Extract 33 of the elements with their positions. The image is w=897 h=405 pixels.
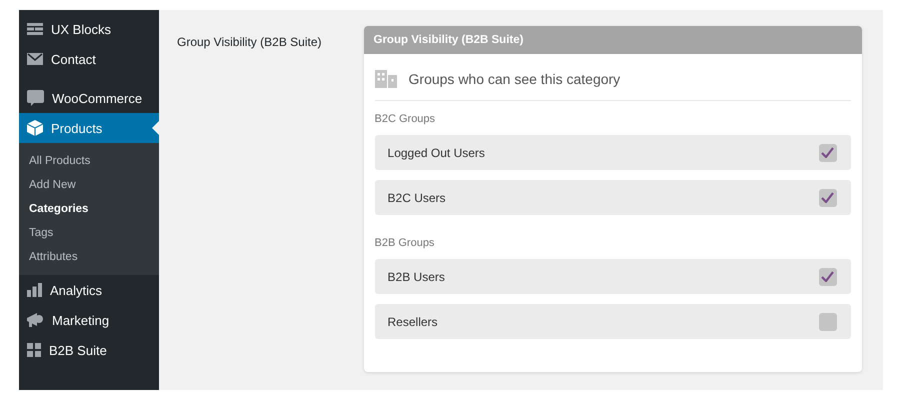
- speech-bubble-icon: [27, 90, 44, 106]
- sidebar-item[interactable]: Products: [19, 113, 159, 143]
- envelope-icon: [27, 53, 43, 65]
- panel-header: Group Visibility (B2B Suite): [364, 26, 862, 54]
- checkbox[interactable]: [818, 188, 837, 206]
- group-option[interactable]: Logged Out Users: [374, 135, 851, 170]
- cube-icon: [27, 120, 43, 136]
- sidebar-item[interactable]: Contact: [19, 44, 159, 74]
- checkbox[interactable]: [818, 268, 837, 286]
- checkbox[interactable]: [818, 312, 837, 330]
- sidebar-item[interactable]: Marketing: [19, 305, 159, 335]
- sidebar-item[interactable]: WooCommerce: [19, 83, 159, 113]
- group-option[interactable]: B2B Users: [374, 259, 851, 294]
- building-icon: [374, 70, 397, 88]
- checkbox[interactable]: [818, 144, 837, 162]
- sidebar-item[interactable]: Analytics: [19, 275, 159, 305]
- group-option[interactable]: B2C Users: [374, 180, 851, 215]
- submenu-item[interactable]: Attributes: [19, 245, 159, 269]
- group-heading: B2C Groups: [374, 112, 436, 127]
- submenu-item[interactable]: Categories: [19, 197, 159, 221]
- panel-heading: Groups who can see this category: [408, 71, 620, 87]
- megaphone-icon: [27, 312, 44, 328]
- submenu-item[interactable]: Tags: [19, 221, 159, 245]
- grid-icon: [27, 343, 41, 357]
- bar-chart-icon: [27, 283, 42, 297]
- submenu-item[interactable]: All Products: [19, 149, 159, 173]
- field-label: Group Visibility (B2B Suite): [177, 34, 322, 51]
- sidebar-item[interactable]: B2B Suite: [19, 335, 159, 365]
- group-option[interactable]: Resellers: [374, 304, 851, 339]
- blocks-icon: [27, 23, 43, 35]
- submenu-item[interactable]: Add New: [19, 173, 159, 197]
- sidebar-item[interactable]: UX Blocks: [19, 14, 159, 44]
- group-heading: B2B Groups: [374, 236, 436, 251]
